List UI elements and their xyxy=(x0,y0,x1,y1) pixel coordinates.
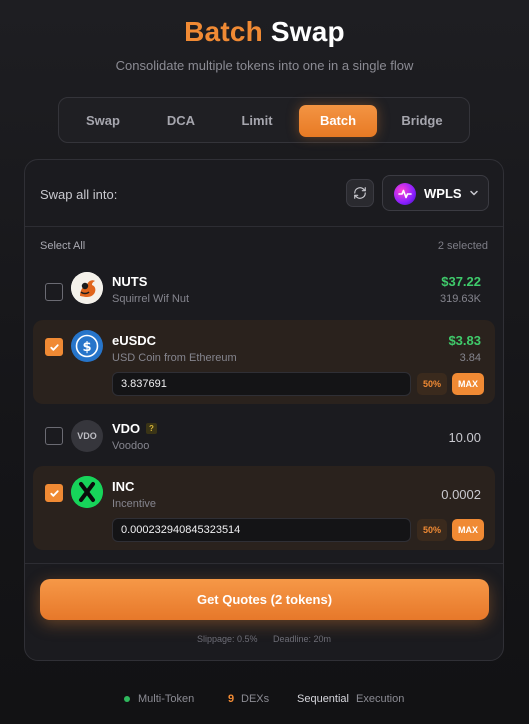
vdo-logo-icon: VDO xyxy=(71,420,103,452)
half-button-eusdc[interactable]: 50% xyxy=(417,373,447,395)
token-symbol: INC xyxy=(112,479,135,494)
token-amount: 0.0002 xyxy=(441,487,481,502)
max-button-inc[interactable]: MAX xyxy=(452,519,484,541)
select-all-button[interactable]: Select All xyxy=(40,240,85,252)
mode-tabs: Swap DCA Limit Batch Bridge xyxy=(58,97,470,143)
token-symbol: eUSDC xyxy=(112,333,157,348)
target-token-symbol: WPLS xyxy=(424,186,462,201)
token-usd-value: $3.83 xyxy=(448,333,481,348)
token-amount: 3.84 xyxy=(459,352,481,364)
token-amount: 10.00 xyxy=(448,430,481,445)
slippage-text: Slippage: 0.5% xyxy=(197,634,258,644)
deadline-text: Deadline: 20m xyxy=(273,634,332,644)
dex-count: 9 xyxy=(228,693,235,705)
get-quotes-button[interactable]: Get Quotes (2 tokens) xyxy=(40,579,489,620)
sequential-label: Sequential xyxy=(297,693,349,705)
tab-limit[interactable]: Limit xyxy=(224,105,290,137)
svg-text:$: $ xyxy=(82,340,91,355)
token-row-inc[interactable]: INC Incentive 0.0002 50% MAX xyxy=(33,466,495,550)
page-subtitle: Consolidate multiple tokens into one in … xyxy=(115,58,414,73)
checkbox-inc[interactable] xyxy=(45,484,63,502)
unverified-badge: ? xyxy=(146,423,157,434)
tab-bridge[interactable]: Bridge xyxy=(385,105,459,137)
token-symbol: NUTS xyxy=(112,274,148,289)
title-accent: Batch xyxy=(184,16,263,47)
token-row-vdo[interactable]: VDO VDO ? Voodoo 10.00 xyxy=(33,408,495,464)
check-icon xyxy=(49,489,59,497)
target-token-selector[interactable]: WPLS xyxy=(382,175,489,211)
divider xyxy=(25,563,503,564)
tab-dca[interactable]: DCA xyxy=(147,105,215,137)
token-usd-value: $37.22 xyxy=(441,274,481,289)
usdc-logo-icon: $ xyxy=(71,330,103,362)
checkbox-nuts[interactable] xyxy=(45,283,63,301)
token-name: Incentive xyxy=(112,498,157,510)
multi-token-label: Multi-Token xyxy=(138,693,195,705)
tab-batch[interactable]: Batch xyxy=(299,105,377,137)
swap-into-label: Swap all into: xyxy=(40,187,118,202)
token-row-eusdc[interactable]: $ eUSDC USD Coin from Ethereum $3.83 3.8… xyxy=(33,320,495,404)
checkbox-vdo[interactable] xyxy=(45,427,63,445)
check-icon xyxy=(49,343,59,351)
token-name: Squirrel Wif Nut xyxy=(112,293,190,305)
token-amount: 319.63K xyxy=(440,293,481,305)
refresh-icon xyxy=(354,187,366,199)
checkbox-eusdc[interactable] xyxy=(45,338,63,356)
token-name: USD Coin from Ethereum xyxy=(112,352,237,364)
wpls-logo-icon xyxy=(394,183,416,205)
execution-label: Execution xyxy=(356,693,405,705)
chevron-down-icon xyxy=(470,190,478,196)
nuts-logo-icon xyxy=(71,272,103,304)
dex-label: DEXs xyxy=(241,693,270,705)
batch-swap-card: Swap all into: WPLS Select All 2 selecte… xyxy=(24,159,504,661)
amount-input-eusdc[interactable] xyxy=(112,372,411,396)
token-name: Voodoo xyxy=(112,440,150,452)
vdo-logo-text: VDO xyxy=(77,431,97,441)
half-button-inc[interactable]: 50% xyxy=(417,519,447,541)
token-symbol: VDO xyxy=(112,421,141,436)
refresh-button[interactable] xyxy=(346,179,374,207)
token-row-nuts[interactable]: NUTS Squirrel Wif Nut $37.22 319.63K xyxy=(33,264,495,320)
tab-swap[interactable]: Swap xyxy=(71,105,135,137)
selected-count: 2 selected xyxy=(437,240,488,252)
status-dot-icon xyxy=(124,696,130,702)
title-rest: Swap xyxy=(270,16,345,47)
amount-input-inc[interactable] xyxy=(112,518,411,542)
divider xyxy=(25,226,503,227)
inc-logo-icon xyxy=(71,476,103,508)
max-button-eusdc[interactable]: MAX xyxy=(452,373,484,395)
feature-bar: Multi-Token 9 DEXs Sequential Execution xyxy=(0,693,529,707)
page-title: Batch Swap xyxy=(0,16,529,48)
